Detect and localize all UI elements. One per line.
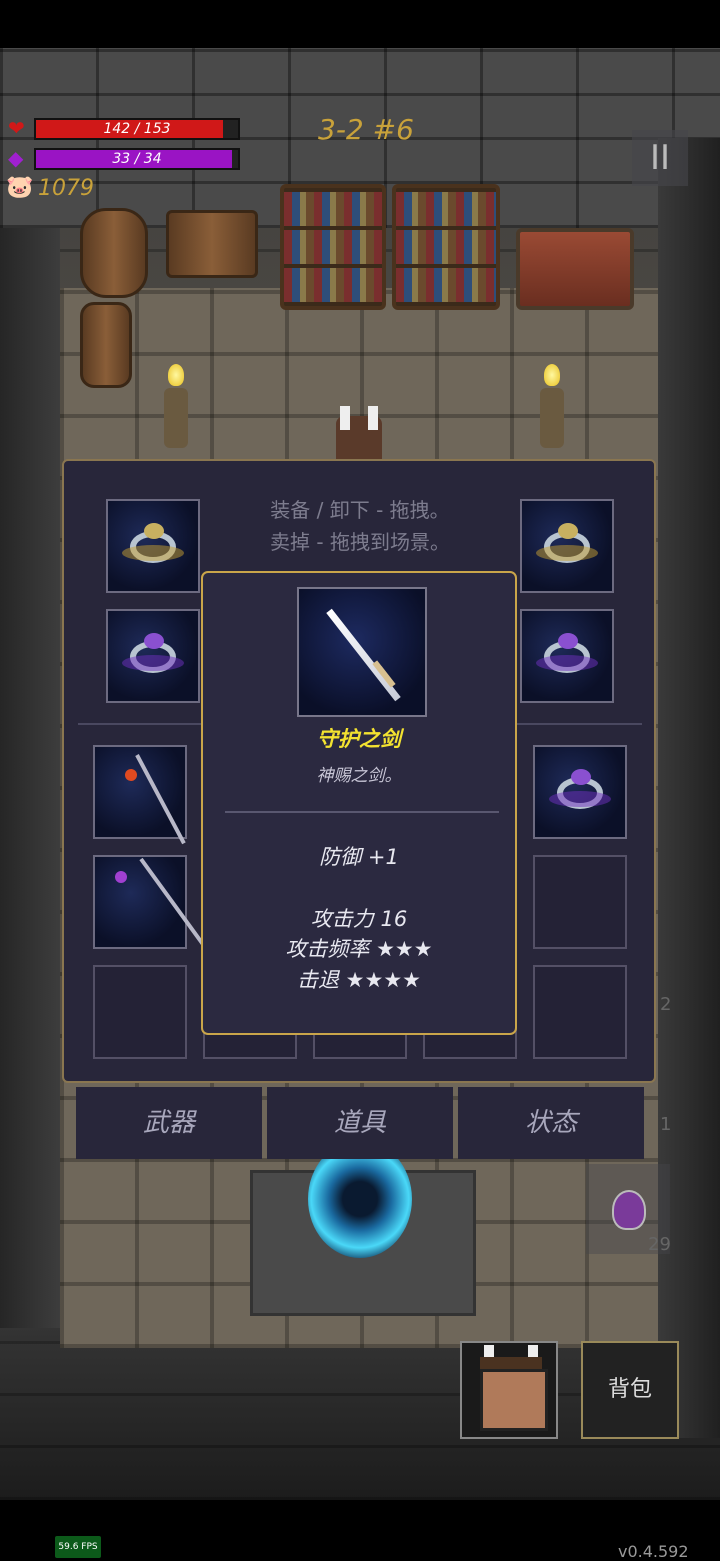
equip-slot-ring-3[interactable] bbox=[520, 499, 614, 593]
torch-stand bbox=[164, 388, 188, 448]
red-staff-icon bbox=[135, 754, 186, 845]
tooltip-divider bbox=[225, 811, 499, 813]
bag-slot-staff-red[interactable] bbox=[93, 745, 187, 845]
equip-slot-ring-2[interactable] bbox=[106, 609, 200, 703]
bag-button[interactable]: 背包 bbox=[581, 1341, 679, 1439]
stat-attack-rate: 攻击频率 ★★★ bbox=[285, 937, 433, 961]
stat-knockback: 击退 ★★★★ bbox=[297, 968, 421, 992]
portrait-face bbox=[480, 1369, 548, 1431]
bag-slot-staff-purple[interactable] bbox=[93, 855, 208, 950]
side-counter: 2 bbox=[660, 994, 672, 1015]
potion-icon bbox=[612, 1190, 646, 1230]
tab-items[interactable]: 道具 bbox=[267, 1087, 453, 1159]
gold-ring-icon bbox=[536, 523, 598, 563]
stat-attack: 攻击力 16 bbox=[310, 907, 408, 931]
hint-equip: 装备 / 卸下 - 拖拽。 bbox=[270, 498, 450, 522]
hint-sell: 卖掉 - 拖拽到场景。 bbox=[270, 530, 450, 554]
purple-ring-icon bbox=[122, 633, 184, 673]
bag-slot[interactable] bbox=[533, 965, 627, 1059]
sword-blade bbox=[326, 608, 401, 702]
barrel-small bbox=[80, 302, 132, 388]
torch-flame bbox=[544, 364, 560, 386]
inventory-tabs: 武器 道具 状态 bbox=[76, 1087, 644, 1159]
fps-counter: 59.6 FPS bbox=[55, 1536, 101, 1558]
purple-ring-icon bbox=[536, 633, 598, 673]
bag-slot[interactable] bbox=[533, 855, 627, 949]
ring-glow bbox=[536, 545, 598, 561]
potion-count: 29 bbox=[648, 1234, 671, 1255]
character-ear bbox=[340, 406, 350, 430]
tab-status[interactable]: 状态 bbox=[458, 1087, 644, 1159]
torch-stand bbox=[540, 388, 564, 448]
gold-ring-icon bbox=[122, 523, 184, 563]
player-character bbox=[336, 406, 382, 464]
stone-wall-left bbox=[0, 228, 60, 1328]
bag-slot[interactable] bbox=[93, 965, 187, 1059]
character-portrait-button[interactable] bbox=[460, 1341, 558, 1439]
version-label: v0.4.592 bbox=[618, 1542, 689, 1561]
mp-text: 33 / 34 bbox=[112, 151, 162, 167]
ring-glow bbox=[536, 655, 598, 671]
equip-slot-ring-1[interactable] bbox=[106, 499, 200, 593]
item-description: 神赐之剑。 bbox=[316, 766, 402, 786]
bag-slot-ring-purple[interactable] bbox=[533, 745, 627, 839]
ring-gem bbox=[558, 523, 578, 539]
ring-glow bbox=[549, 791, 611, 807]
hp-bar: 142 / 153 bbox=[34, 118, 240, 140]
diamond-icon: ◆ bbox=[8, 146, 24, 170]
side-counter: 1 bbox=[660, 1114, 672, 1135]
pig-icon: 🐷 bbox=[6, 175, 34, 200]
heart-icon: ❤ bbox=[8, 116, 25, 140]
mp-bar: 33 / 34 bbox=[34, 148, 240, 170]
item-tooltip: 守护之剑 神赐之剑。 防御 +1 攻击力 16 攻击频率 ★★★ 击退 ★★★★ bbox=[201, 571, 517, 1035]
ring-gem bbox=[144, 523, 164, 539]
treasure-chest bbox=[516, 228, 634, 310]
stage-indicator: 3-2 #6 bbox=[318, 113, 414, 146]
hp-text: 142 / 153 bbox=[103, 121, 171, 137]
torch-flame bbox=[168, 364, 184, 386]
sword-icon bbox=[297, 587, 427, 717]
staff-orb bbox=[115, 871, 127, 883]
ring-gem bbox=[571, 769, 591, 785]
ring-gem bbox=[144, 633, 164, 649]
tab-weapons[interactable]: 武器 bbox=[76, 1087, 262, 1159]
stat-defense: 防御 +1 bbox=[319, 845, 399, 869]
ring-glow bbox=[122, 655, 184, 671]
ring-gem bbox=[558, 633, 578, 649]
barrel bbox=[80, 208, 148, 298]
bookshelf bbox=[280, 184, 386, 310]
bookshelf bbox=[392, 184, 500, 310]
equip-slot-ring-4[interactable] bbox=[520, 609, 614, 703]
item-name: 守护之剑 bbox=[317, 727, 401, 751]
staff-orb bbox=[125, 769, 137, 781]
gold-counter: 1079 bbox=[38, 176, 94, 201]
pause-button[interactable]: II bbox=[632, 130, 688, 186]
ring-glow bbox=[122, 545, 184, 561]
purple-ring-icon bbox=[549, 769, 611, 809]
character-ear bbox=[368, 406, 378, 430]
barrel-sideways bbox=[166, 210, 258, 278]
